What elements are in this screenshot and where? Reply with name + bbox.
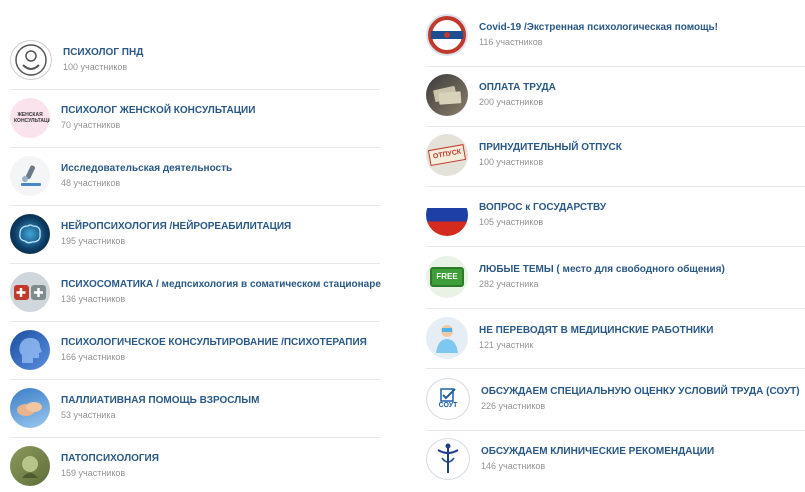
checklist-icon: СОУТ	[426, 378, 470, 420]
group-item-psychosomatics[interactable]: ПСИХОСОМАТИКА / медпсихология в соматиче…	[10, 266, 381, 318]
divider	[10, 89, 380, 90]
member-count: 166 участников	[61, 352, 126, 362]
group-title[interactable]: НЕ ПЕРЕВОДЯТ В МЕДИЦИНСКИЕ РАБОТНИКИ	[479, 324, 713, 338]
group-title[interactable]: ПСИХОЛОГ ПНД	[63, 46, 143, 60]
group-item-women-consultation[interactable]: ЖЕНСКАЯ КОНСУЛЬТАЦИЯ ПСИХОЛОГ ЖЕНСКОЙ КО…	[10, 92, 380, 144]
group-item-palliative[interactable]: ПАЛЛИАТИВНАЯ ПОМОЩЬ ВЗРОСЛЫМ 53 участника	[10, 382, 380, 434]
group-item-psychologist-pnd[interactable]: ПСИХОЛОГ ПНД 100 участников	[10, 34, 380, 86]
money-icon	[426, 74, 468, 116]
group-title[interactable]: ПСИХОСОМАТИКА / медпсихология в соматиче…	[61, 278, 381, 292]
women-consultation-icon: ЖЕНСКАЯ КОНСУЛЬТАЦИЯ	[10, 98, 50, 138]
member-count: 159 участников	[61, 468, 126, 478]
group-title[interactable]: ПСИХОЛОГ ЖЕНСКОЙ КОНСУЛЬТАЦИИ	[61, 104, 255, 118]
free-sign-icon: FREE	[426, 256, 468, 298]
group-title[interactable]: Исследовательская деятельность	[61, 162, 232, 176]
group-item-counseling[interactable]: ПСИХОЛОГИЧЕСКОЕ КОНСУЛЬТИРОВАНИЕ /ПСИХОТ…	[10, 324, 380, 376]
group-item-pathopsychology[interactable]: ПАТОПСИХОЛОГИЯ 159 участников	[10, 440, 380, 492]
divider	[10, 147, 380, 148]
group-title[interactable]: Covid-19 /Экстренная психологическая пом…	[479, 21, 718, 35]
medical-worker-icon	[426, 317, 468, 359]
divider	[10, 379, 380, 380]
free-label: FREE	[430, 267, 464, 287]
group-item-state-question[interactable]: ВОПРОС к ГОСУДАРСТВУ 105 участников	[426, 189, 805, 241]
divider	[10, 263, 380, 264]
divider	[10, 437, 380, 438]
group-title[interactable]: ПАЛЛИАТИВНАЯ ПОМОЩЬ ВЗРОСЛЫМ	[61, 394, 259, 408]
member-count: 53 участника	[61, 410, 116, 420]
group-title[interactable]: ОБСУЖДАЕМ КЛИНИЧЕСКИЕ РЕКОМЕНДАЦИИ	[481, 445, 714, 459]
medical-puzzle-icon	[10, 272, 50, 312]
divider	[426, 308, 805, 309]
avatar-caption: ЖЕНСКАЯ КОНСУЛЬТАЦИЯ	[14, 112, 50, 124]
pathopsychology-icon	[10, 446, 50, 486]
group-title[interactable]: ЛЮБЫЕ ТЕМЫ ( место для свободного общени…	[479, 263, 725, 277]
member-count: 136 участников	[61, 294, 126, 304]
group-item-sout[interactable]: СОУТ ОБСУЖДАЕМ СПЕЦИАЛЬНУЮ ОЦЕНКУ УСЛОВИ…	[426, 373, 805, 425]
group-item-clinical-recommendations[interactable]: ОБСУЖДАЕМ КЛИНИЧЕСКИЕ РЕКОМЕНДАЦИИ 146 уч…	[426, 433, 805, 485]
brain-icon	[10, 214, 50, 254]
divider	[426, 246, 805, 247]
emergency-help-badge-icon	[426, 14, 468, 56]
head-silhouette-icon	[10, 330, 50, 370]
divider	[426, 368, 805, 369]
member-count: 116 участников	[479, 37, 543, 47]
group-title[interactable]: ОПЛАТА ТРУДА	[479, 81, 556, 95]
group-item-any-topics[interactable]: FREE ЛЮБЫЕ ТЕМЫ ( место для свободного о…	[426, 251, 805, 303]
divider	[426, 126, 805, 127]
member-count: 100 участников	[479, 157, 544, 167]
group-title[interactable]: НЕЙРОПСИХОЛОГИЯ /НЕЙРОРЕАБИЛИТАЦИЯ	[61, 220, 291, 234]
member-count: 200 участников	[479, 97, 544, 107]
vacation-stamp-icon: ОТПУСК	[426, 134, 468, 176]
medical-caduceus-icon	[426, 438, 470, 480]
psychologist-logo-icon	[10, 40, 52, 80]
divider	[426, 66, 805, 67]
helping-hands-icon	[10, 388, 50, 428]
member-count: 195 участников	[61, 236, 126, 246]
group-title[interactable]: ПРИНУДИТЕЛЬНЫЙ ОТПУСК	[479, 141, 622, 155]
group-title[interactable]: ОБСУЖДАЕМ СПЕЦИАЛЬНУЮ ОЦЕНКУ УСЛОВИЙ ТРУ…	[481, 385, 800, 399]
stamp-label: ОТПУСК	[427, 143, 467, 167]
member-count: 146 участников	[481, 461, 546, 471]
divider	[426, 430, 805, 431]
russian-flag-icon	[426, 194, 468, 236]
group-item-research[interactable]: Исследовательская деятельность 48 участни…	[10, 150, 380, 202]
member-count: 105 участников	[479, 217, 544, 227]
group-item-medical-workers[interactable]: НЕ ПЕРЕВОДЯТ В МЕДИЦИНСКИЕ РАБОТНИКИ 121 …	[426, 312, 805, 364]
group-title[interactable]: ВОПРОС к ГОСУДАРСТВУ	[479, 201, 606, 215]
divider	[10, 321, 380, 322]
divider	[10, 205, 380, 206]
member-count: 100 участников	[63, 62, 128, 72]
member-count: 70 участников	[61, 120, 121, 130]
group-title[interactable]: ПАТОПСИХОЛОГИЯ	[61, 452, 159, 466]
member-count: 121 участник	[479, 340, 534, 350]
member-count: 282 участника	[479, 279, 539, 289]
sout-label: СОУТ	[438, 402, 458, 409]
group-item-payment[interactable]: ОПЛАТА ТРУДА 200 участников	[426, 69, 805, 121]
member-count: 48 участников	[61, 178, 121, 188]
group-item-covid-help[interactable]: Covid-19 /Экстренная психологическая пом…	[426, 9, 805, 61]
group-title[interactable]: ПСИХОЛОГИЧЕСКОЕ КОНСУЛЬТИРОВАНИЕ /ПСИХОТ…	[61, 336, 367, 350]
group-item-forced-leave[interactable]: ОТПУСК ПРИНУДИТЕЛЬНЫЙ ОТПУСК 100 участник…	[426, 129, 805, 181]
member-count: 226 участников	[481, 401, 546, 411]
microscope-icon	[10, 156, 50, 196]
group-item-neuropsychology[interactable]: НЕЙРОПСИХОЛОГИЯ /НЕЙРОРЕАБИЛИТАЦИЯ 195 уч…	[10, 208, 380, 260]
divider	[426, 186, 805, 187]
